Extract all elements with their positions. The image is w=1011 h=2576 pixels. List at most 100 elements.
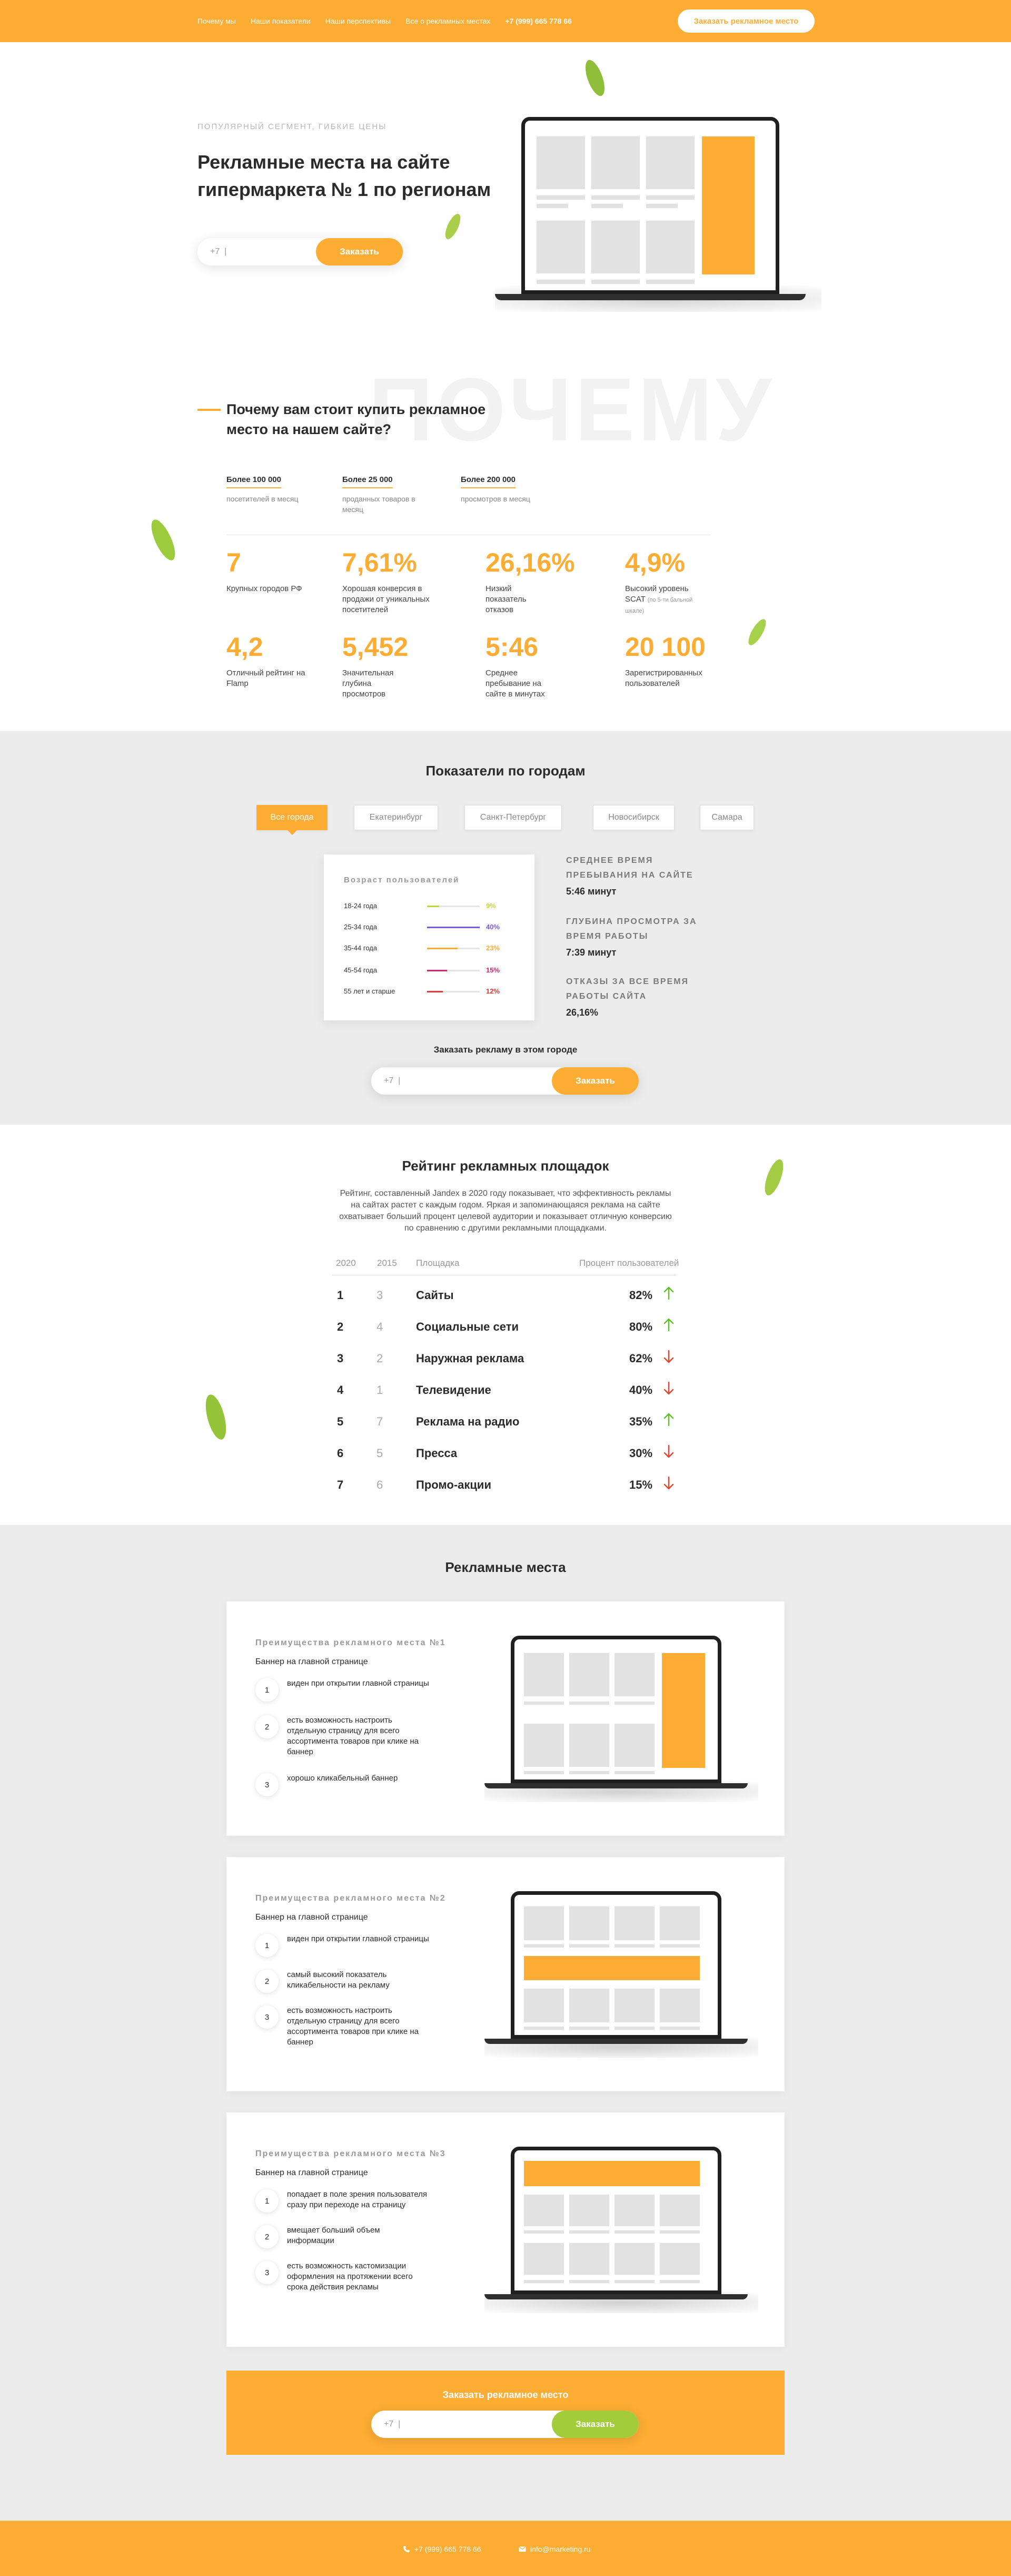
tab-all-cities[interactable]: Все города — [256, 805, 328, 835]
feature-text: виден при открытии главной страницы — [287, 1934, 429, 1943]
tab-saint-petersburg[interactable]: Санкт-Петербург — [464, 805, 562, 830]
city-order-button[interactable]: Заказать — [552, 1067, 639, 1095]
platform-name: Наружная реклама — [416, 1352, 524, 1365]
platform-percent: 82% — [629, 1289, 653, 1302]
metric: Среднее время пребывания на сайте 5:46 м… — [566, 853, 703, 897]
age-bar-track — [427, 991, 480, 992]
footer: +7 (999) 665 778 66 info@marketing.ru — [0, 2521, 1011, 2576]
metric-title: Среднее время пребывания на сайте — [566, 856, 693, 880]
platform-percent: 40% — [629, 1383, 653, 1397]
ad-place-card: Преимущества рекламного места №3 Баннер … — [226, 2112, 785, 2347]
small-stat-label: проданных товаров в месяц — [342, 495, 415, 514]
platform-name: Реклама на радио — [416, 1415, 520, 1428]
metric: Глубина просмотра за время работы 7:39 м… — [566, 915, 703, 958]
arrow-down-icon — [663, 1444, 674, 1458]
column-header-2015: 2015 — [377, 1258, 397, 1268]
metric-title: Отказы за все время работы сайта — [566, 977, 689, 1001]
nav-item-ad-places[interactable]: Все о рекламных местах — [405, 17, 490, 25]
rating-title: Рейтинг рекламных площадок — [402, 1158, 609, 1174]
platform-percent: 62% — [629, 1352, 653, 1365]
cta-order-button[interactable]: Заказать — [552, 2411, 639, 2438]
platform-name: Сайты — [416, 1289, 454, 1302]
rank-2015: 4 — [376, 1320, 383, 1333]
big-stat-value: 26,16% — [485, 548, 575, 577]
cta-title: Заказать рекламное место — [442, 2390, 569, 2400]
arrow-down-icon — [663, 1381, 674, 1395]
age-card: Возраст пользователей 18-24 года 9% 25-34 … — [324, 854, 534, 1020]
rank-2020: 6 — [337, 1447, 344, 1460]
leaf-icon — [151, 519, 175, 561]
header-phone[interactable]: +7 (999) 665 778 66 — [505, 17, 572, 25]
phone-input[interactable]: +7 | — [371, 2420, 477, 2429]
tab-novosibirsk[interactable]: Новосибирск — [593, 805, 675, 830]
hero-laptop-illustration — [495, 117, 821, 312]
platform-percent: 30% — [629, 1447, 653, 1460]
table-row: 5 7 Реклама на радио 35% — [332, 1411, 679, 1432]
top-bar: Почему мы Наши показатели Наши перспекти… — [0, 0, 1011, 42]
footer-phone[interactable]: +7 (999) 665 778 66 — [403, 2545, 481, 2553]
feature-text: есть возможность кастомизации оформления… — [287, 2262, 413, 2292]
metric-value: 5:46 минут — [566, 886, 617, 897]
big-stat-value: 7,61% — [342, 548, 417, 577]
rating-description: Рейтинг, составленный Jandex в 2020 году… — [339, 1189, 672, 1233]
arrow-up-icon — [663, 1413, 674, 1427]
age-percent: 15% — [486, 966, 500, 974]
arrow-down-icon — [663, 1350, 674, 1363]
arrow-up-icon — [663, 1286, 674, 1300]
rank-2015: 2 — [376, 1352, 383, 1365]
platform-name: Социальные сети — [416, 1320, 519, 1333]
arrow-up-icon — [663, 1318, 674, 1332]
nav-item-indicators[interactable]: Наши показатели — [251, 17, 311, 25]
feature-text: попадает в поле зрения пользователя сраз… — [287, 2190, 427, 2209]
feature-number: 1 — [255, 1678, 279, 1702]
metric-value: 7:39 минут — [566, 947, 617, 958]
age-row: 45-54 года 15% — [344, 965, 518, 976]
platform-name: Пресса — [416, 1447, 458, 1460]
nav-item-why[interactable]: Почему мы — [197, 17, 236, 25]
hero-subtitle: Популярный сегмент, гибкие цены — [197, 122, 387, 131]
header-order-button[interactable]: Заказать рекламное место — [678, 9, 815, 33]
age-card-title: Возраст пользователей — [344, 876, 460, 884]
metric: Отказы за все время работы сайта 26,16% — [566, 975, 703, 1018]
why-title: Почему вам стоит купить рекламное место … — [226, 401, 486, 437]
age-bar-track — [427, 948, 480, 949]
big-stat-value: 5:46 — [485, 632, 539, 662]
hero-order-button[interactable]: Заказать — [316, 238, 403, 266]
big-stat: 7 Крупных городов РФ — [226, 548, 332, 594]
laptop-illustration — [484, 1636, 758, 1804]
nav-item-prospects[interactable]: Наши перспективы — [325, 17, 391, 25]
table-row: 2 4 Социальные сети 80% — [332, 1316, 679, 1337]
small-stat-value: Более 25 000 — [342, 475, 393, 488]
card-kicker: Преимущества рекламного места №2 — [255, 1894, 446, 1903]
big-stat-value: 7 — [226, 548, 241, 577]
platform-percent: 35% — [629, 1415, 653, 1428]
footer-phone-text: +7 (999) 665 778 66 — [414, 2545, 481, 2553]
leaf-icon — [445, 214, 461, 239]
metric-title: Глубина просмотра за время работы — [566, 917, 697, 941]
cities-title: Показатели по городам — [425, 763, 586, 779]
phone-input[interactable]: +7 | — [371, 1076, 477, 1086]
feature-number: 2 — [255, 1715, 279, 1738]
big-stat: 5,452 Значительная глубина просмотров — [342, 632, 458, 700]
city-order-title: Заказать рекламу в этом городе — [433, 1045, 578, 1055]
footer-email[interactable]: info@marketing.ru — [519, 2545, 591, 2553]
big-stat: 5:46 Среднее пребывание на сайте в минут… — [485, 632, 601, 700]
card-subtitle: Баннер на главной странице — [255, 2168, 368, 2177]
metric-value: 26,16% — [566, 1007, 599, 1018]
feature-text: есть возможность настроить отдельную стр… — [287, 2006, 419, 2047]
tab-ekaterinburg[interactable]: Екатеринбург — [354, 805, 438, 830]
big-stat-value: 20 100 — [625, 632, 706, 662]
footer-email-text: info@marketing.ru — [530, 2545, 591, 2553]
tab-samara[interactable]: Самара — [700, 805, 754, 830]
leaf-icon — [205, 1394, 226, 1440]
small-stat-label: посетителей в месяц — [226, 495, 299, 503]
big-stat-value: 4,9% — [625, 548, 685, 577]
rank-2020: 1 — [337, 1289, 344, 1302]
feature-number: 3 — [255, 1773, 279, 1796]
big-stat-label: Хорошая конверсия в продажи от уникальны… — [342, 584, 430, 614]
laptop-illustration — [484, 2147, 758, 2315]
main-nav: Почему мы Наши показатели Наши перспекти… — [197, 17, 572, 25]
age-bar-track — [427, 927, 480, 928]
phone-input[interactable]: +7 | — [197, 247, 303, 257]
age-label: 45-54 года — [344, 966, 378, 974]
